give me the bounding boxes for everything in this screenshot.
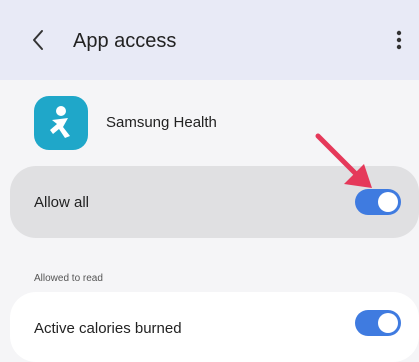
app-name: Samsung Health (106, 114, 217, 131)
toggle-knob (378, 313, 398, 333)
app-bar: App access (0, 0, 419, 80)
more-options-button[interactable] (387, 26, 411, 54)
samsung-health-icon (34, 96, 88, 150)
active-calories-toggle[interactable] (355, 310, 401, 336)
allow-all-label: Allow all (34, 194, 90, 211)
page-title: App access (73, 30, 177, 52)
back-arrow-icon (33, 30, 43, 50)
list-item[interactable]: Active calories burned (10, 292, 419, 362)
item-label: Active calories burned (34, 320, 182, 337)
more-vertical-icon (396, 30, 402, 50)
pointer-arrow-icon (300, 126, 380, 196)
back-button[interactable] (24, 26, 52, 54)
toggle-knob (378, 192, 398, 212)
section-header-allowed-to-read: Allowed to read (34, 273, 103, 284)
